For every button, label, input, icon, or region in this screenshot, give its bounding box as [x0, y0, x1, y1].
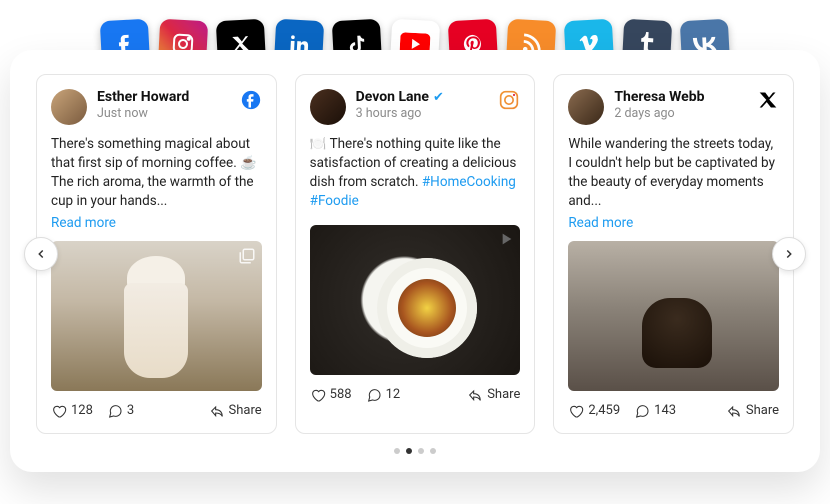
avatar — [51, 89, 87, 125]
next-button[interactable] — [772, 237, 806, 271]
author-name[interactable]: Devon Lane — [356, 89, 429, 105]
post-body: 🍽️ There's nothing quite like the satisf… — [310, 135, 521, 211]
x-twitter-icon — [757, 89, 779, 111]
read-more-link[interactable]: Read more — [568, 215, 779, 231]
share-button[interactable]: Share — [209, 403, 262, 419]
dot[interactable] — [418, 448, 424, 454]
dot[interactable] — [430, 448, 436, 454]
verified-badge-icon: ✔ — [433, 90, 444, 105]
share-label: Share — [229, 403, 262, 418]
dot-active[interactable] — [406, 448, 412, 454]
like-count: 2,459 — [588, 403, 620, 418]
share-label: Share — [746, 403, 779, 418]
comment-button[interactable]: 3 — [107, 403, 134, 419]
share-button[interactable]: Share — [467, 387, 520, 403]
post-card: Esther Howard Just now There's something… — [36, 74, 277, 434]
author-name[interactable]: Theresa Webb — [614, 89, 704, 105]
author-name[interactable]: Esther Howard — [97, 89, 189, 105]
post-image[interactable] — [568, 241, 779, 391]
timestamp: 2 days ago — [614, 106, 747, 121]
timestamp: Just now — [97, 106, 230, 121]
read-more-link[interactable]: Read more — [51, 215, 262, 231]
post-body: While wandering the streets today, I cou… — [568, 135, 779, 211]
post-image[interactable] — [51, 241, 262, 391]
like-button[interactable]: 2,459 — [568, 403, 620, 419]
prev-button[interactable] — [24, 237, 58, 271]
like-count: 588 — [330, 387, 352, 402]
like-button[interactable]: 128 — [51, 403, 93, 419]
post-card: Devon Lane ✔ 3 hours ago 🍽️ There's nothi… — [295, 74, 536, 434]
comment-count: 3 — [127, 403, 134, 418]
like-count: 128 — [71, 403, 93, 418]
post-card: Theresa Webb 2 days ago While wandering … — [553, 74, 794, 434]
play-icon — [498, 231, 514, 251]
comment-count: 12 — [386, 387, 401, 402]
like-button[interactable]: 588 — [310, 387, 352, 403]
share-button[interactable]: Share — [726, 403, 779, 419]
share-label: Share — [487, 387, 520, 402]
carousel-icon — [238, 247, 256, 269]
comment-button[interactable]: 143 — [634, 403, 676, 419]
post-body: There's something magical about that fir… — [51, 135, 262, 211]
comment-count: 143 — [654, 403, 676, 418]
post-image[interactable] — [310, 225, 521, 375]
pagination-dots[interactable] — [36, 448, 794, 454]
dot[interactable] — [394, 448, 400, 454]
feed-panel: Esther Howard Just now There's something… — [10, 50, 820, 472]
facebook-icon — [240, 89, 262, 111]
feed-carousel: Esther Howard Just now There's something… — [36, 74, 794, 434]
instagram-icon — [498, 89, 520, 111]
avatar — [310, 89, 346, 125]
timestamp: 3 hours ago — [356, 106, 489, 121]
comment-button[interactable]: 12 — [366, 387, 401, 403]
avatar — [568, 89, 604, 125]
